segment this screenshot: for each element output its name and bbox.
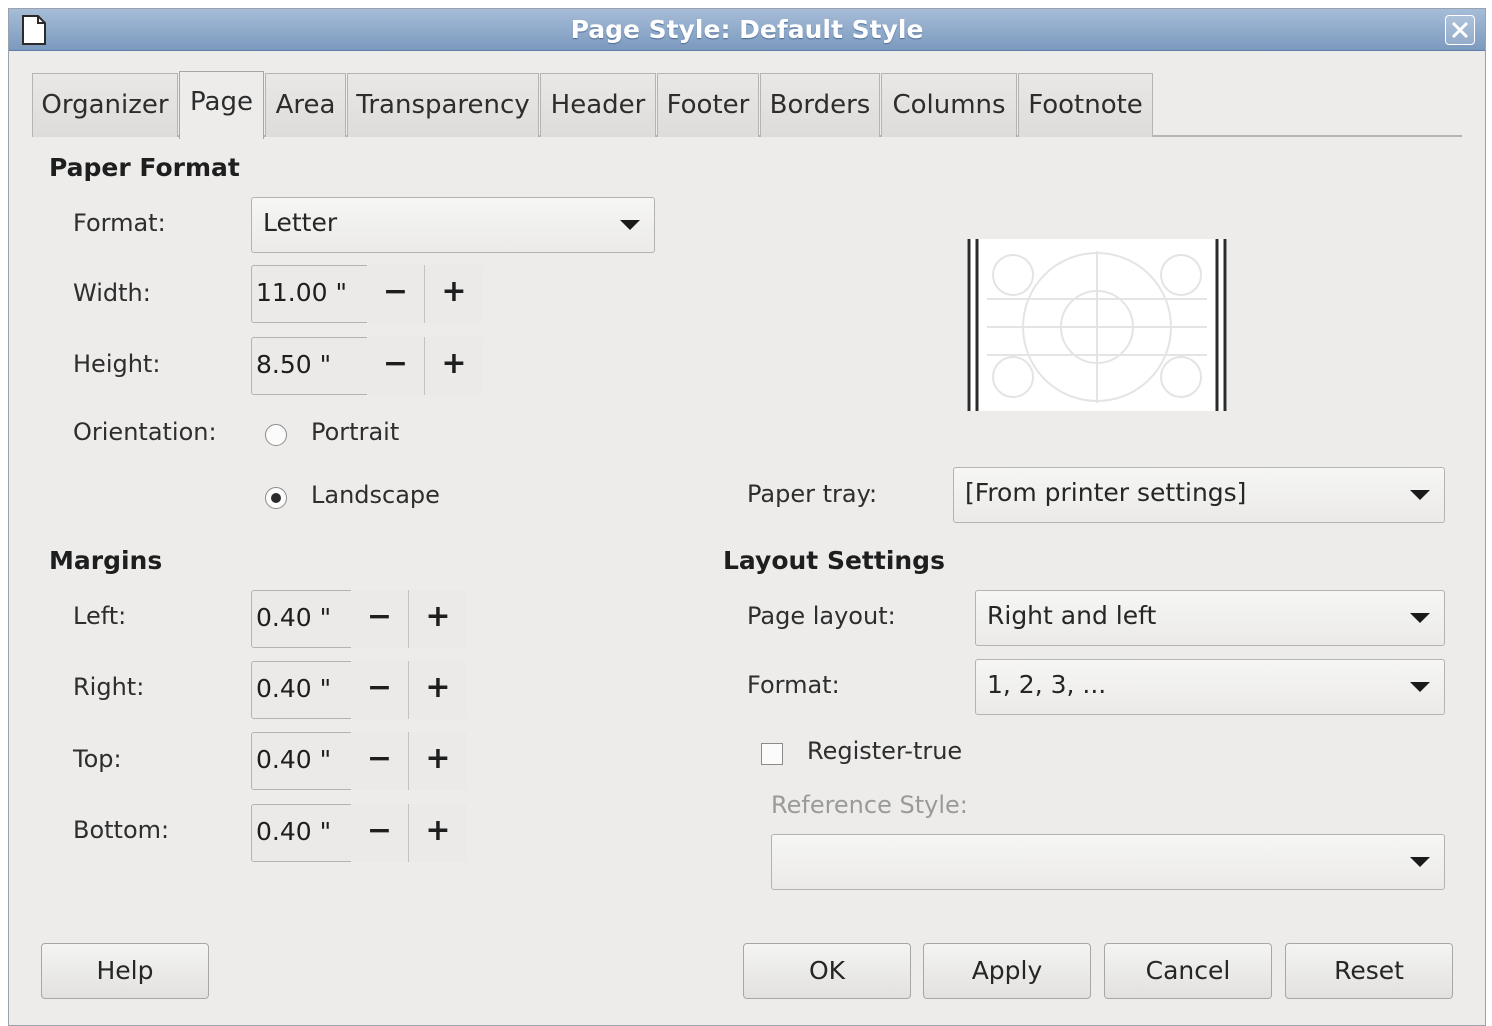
margin-left-label: Left: bbox=[73, 602, 127, 630]
landscape-label[interactable]: Landscape bbox=[311, 481, 440, 509]
height-decrement-button[interactable]: − bbox=[367, 337, 425, 395]
height-label: Height: bbox=[73, 350, 161, 378]
format-combo[interactable]: Letter bbox=[251, 197, 655, 253]
format-value: Letter bbox=[263, 208, 338, 237]
margins-heading: Margins bbox=[49, 546, 163, 575]
margin-top-label: Top: bbox=[73, 745, 122, 773]
paper-tray-value: [From printer settings] bbox=[965, 478, 1247, 507]
tab-footnote[interactable]: Footnote bbox=[1018, 73, 1153, 137]
margin-top-decrement-button[interactable]: − bbox=[351, 732, 409, 790]
register-true-label[interactable]: Register-true bbox=[807, 737, 962, 765]
reference-style-combo[interactable] bbox=[771, 834, 1445, 890]
height-increment-button[interactable]: + bbox=[425, 337, 483, 395]
chevron-down-icon bbox=[1410, 857, 1430, 867]
reference-style-label: Reference Style: bbox=[771, 791, 968, 819]
margin-left-field[interactable]: 0.40 " bbox=[251, 590, 352, 648]
width-decrement-button[interactable]: − bbox=[367, 265, 425, 323]
reset-button[interactable]: Reset bbox=[1285, 943, 1453, 999]
page-layout-value: Right and left bbox=[987, 601, 1157, 630]
register-true-checkbox[interactable] bbox=[761, 743, 783, 765]
height-field[interactable]: 8.50 " bbox=[251, 337, 368, 395]
apply-button[interactable]: Apply bbox=[923, 943, 1091, 999]
margin-bottom-decrement-button[interactable]: − bbox=[351, 804, 409, 862]
margin-top-field[interactable]: 0.40 " bbox=[251, 732, 352, 790]
close-button[interactable] bbox=[1445, 15, 1475, 45]
width-increment-button[interactable]: + bbox=[425, 265, 483, 323]
numbering-format-value: 1, 2, 3, ... bbox=[987, 670, 1107, 699]
page-style-dialog: Page Style: Default Style Organizer Page… bbox=[8, 8, 1486, 1026]
close-icon bbox=[1451, 21, 1469, 39]
paper-tray-combo[interactable]: [From printer settings] bbox=[953, 467, 1445, 523]
window-title: Page Style: Default Style bbox=[570, 15, 924, 44]
width-field[interactable]: 11.00 " bbox=[251, 265, 368, 323]
tab-transparency[interactable]: Transparency bbox=[347, 73, 539, 137]
width-label: Width: bbox=[73, 279, 151, 307]
chevron-down-icon bbox=[1410, 613, 1430, 623]
title-bar[interactable]: Page Style: Default Style bbox=[9, 9, 1485, 51]
page-layout-label: Page layout: bbox=[747, 602, 896, 630]
margin-left-increment-button[interactable]: + bbox=[409, 590, 467, 648]
tab-footer[interactable]: Footer bbox=[657, 73, 759, 137]
cancel-button[interactable]: Cancel bbox=[1104, 943, 1272, 999]
margin-right-field[interactable]: 0.40 " bbox=[251, 661, 352, 719]
margin-top-increment-button[interactable]: + bbox=[409, 732, 467, 790]
tab-area[interactable]: Area bbox=[265, 73, 346, 137]
margin-bottom-field[interactable]: 0.40 " bbox=[251, 804, 352, 862]
tab-header[interactable]: Header bbox=[540, 73, 656, 137]
chevron-down-icon bbox=[1410, 682, 1430, 692]
page-preview-image bbox=[967, 239, 1227, 411]
page-layout-combo[interactable]: Right and left bbox=[975, 590, 1445, 646]
chevron-down-icon bbox=[1410, 490, 1430, 500]
layout-settings-heading: Layout Settings bbox=[723, 546, 945, 575]
margin-right-increment-button[interactable]: + bbox=[409, 661, 467, 719]
tab-page[interactable]: Page bbox=[179, 71, 264, 139]
format-label: Format: bbox=[73, 209, 166, 237]
margin-right-label: Right: bbox=[73, 673, 145, 701]
chevron-down-icon bbox=[620, 220, 640, 230]
portrait-label[interactable]: Portrait bbox=[311, 418, 399, 446]
portrait-radio[interactable] bbox=[265, 424, 287, 446]
tab-bar: Organizer Page Area Transparency Header … bbox=[32, 71, 1462, 139]
paper-format-heading: Paper Format bbox=[49, 153, 240, 182]
orientation-label: Orientation: bbox=[73, 418, 217, 446]
margin-right-decrement-button[interactable]: − bbox=[351, 661, 409, 719]
numbering-format-combo[interactable]: 1, 2, 3, ... bbox=[975, 659, 1445, 715]
help-button[interactable]: Help bbox=[41, 943, 209, 999]
radio-selected-dot bbox=[271, 493, 281, 503]
margin-bottom-increment-button[interactable]: + bbox=[409, 804, 467, 862]
margin-bottom-label: Bottom: bbox=[73, 816, 170, 844]
landscape-radio[interactable] bbox=[265, 487, 287, 509]
tab-columns[interactable]: Columns bbox=[881, 73, 1017, 137]
tab-borders[interactable]: Borders bbox=[760, 73, 880, 137]
paper-tray-label: Paper tray: bbox=[747, 480, 878, 508]
margin-left-decrement-button[interactable]: − bbox=[351, 590, 409, 648]
ok-button[interactable]: OK bbox=[743, 943, 911, 999]
numbering-format-label: Format: bbox=[747, 671, 840, 699]
tab-organizer[interactable]: Organizer bbox=[32, 73, 178, 137]
